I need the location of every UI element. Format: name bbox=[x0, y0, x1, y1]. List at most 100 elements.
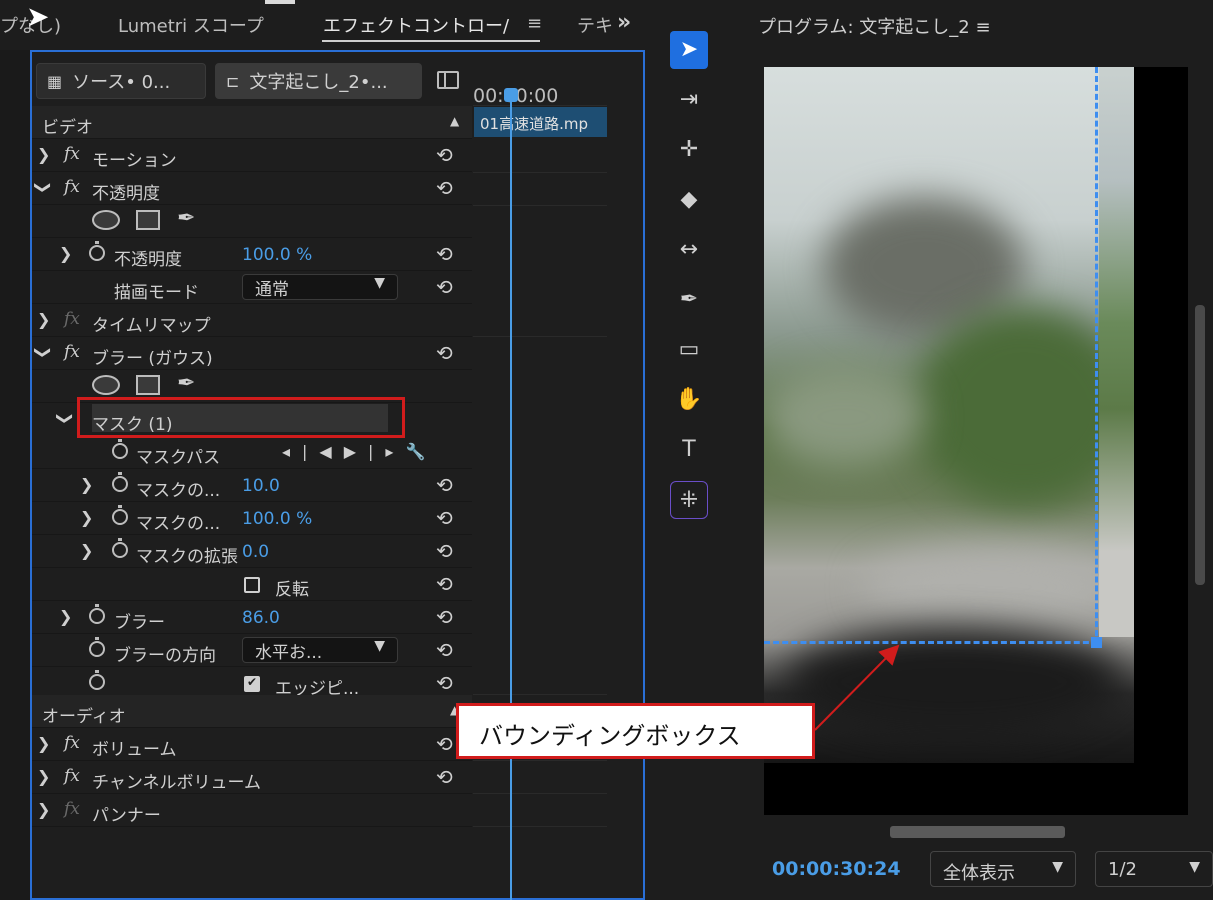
effect-row-opacity[interactable]: ❯ fx 不透明度 ⟲ bbox=[32, 172, 472, 205]
param-row-mask-opacity[interactable]: ❯ マスクの... 100.0 % ⟲ bbox=[32, 502, 472, 535]
mask-tracking-controls[interactable]: ◂|◀▶|▸🔧 bbox=[282, 442, 437, 461]
mask-expansion-value[interactable]: 0.0 bbox=[242, 542, 269, 562]
playhead-line[interactable] bbox=[510, 100, 512, 900]
fx-icon[interactable]: fx bbox=[64, 733, 80, 753]
expand-chevron-icon[interactable]: ❯ bbox=[80, 508, 93, 527]
opacity-value[interactable]: 100.0 % bbox=[242, 245, 312, 265]
invert-checkbox[interactable] bbox=[244, 577, 260, 593]
mask-opacity-value[interactable]: 100.0 % bbox=[242, 509, 312, 529]
reset-icon[interactable]: ⟲ bbox=[436, 341, 453, 365]
slip-tool-icon[interactable]: ↔ bbox=[670, 231, 708, 269]
pen-tool-icon[interactable]: ✒ bbox=[670, 281, 708, 319]
expand-chevron-icon[interactable]: ❯ bbox=[80, 475, 93, 494]
horizontal-scrollbar[interactable] bbox=[890, 826, 1065, 838]
ellipse-mask-icon[interactable] bbox=[92, 210, 120, 230]
sequence-clip-button[interactable]: ⊏ 文字起こし_2•... bbox=[215, 63, 422, 99]
effect-row-channel-volume[interactable]: ❯ fx チャンネルボリューム ⟲ bbox=[32, 761, 472, 794]
expand-chevron-icon[interactable]: ❯ bbox=[59, 607, 72, 626]
collapse-chevron-icon[interactable]: ❯ bbox=[34, 181, 53, 194]
fx-icon[interactable]: fx bbox=[64, 177, 80, 197]
reset-icon[interactable]: ⟲ bbox=[436, 176, 453, 200]
reset-icon[interactable]: ⟲ bbox=[436, 671, 453, 695]
fx-icon[interactable]: fx bbox=[64, 766, 80, 786]
reset-icon[interactable]: ⟲ bbox=[436, 605, 453, 629]
reset-icon[interactable]: ⟲ bbox=[436, 143, 453, 167]
param-row-blurriness[interactable]: ❯ ブラー 86.0 ⟲ bbox=[32, 601, 472, 634]
stopwatch-icon[interactable] bbox=[112, 472, 128, 492]
collapse-chevron-icon[interactable]: ❯ bbox=[56, 412, 75, 425]
playhead-handle[interactable] bbox=[504, 88, 518, 102]
stopwatch-icon[interactable] bbox=[89, 604, 105, 624]
selection-tool-icon[interactable]: ➤ bbox=[670, 31, 708, 69]
menu-icon[interactable]: ≡ bbox=[527, 13, 542, 34]
effect-row-time-remap[interactable]: ❯ fx タイムリマップ bbox=[32, 304, 472, 337]
bounding-box-bottom-edge[interactable] bbox=[764, 641, 1098, 644]
expand-chevron-icon[interactable]: ❯ bbox=[37, 310, 50, 329]
source-clip-button[interactable]: ▦ ソース• 0... bbox=[36, 63, 206, 99]
tab-lumetri-scopes[interactable]: Lumetri スコープ bbox=[118, 12, 264, 38]
effect-row-motion[interactable]: ❯ fx モーション ⟲ bbox=[32, 139, 472, 172]
hand-tool-icon[interactable]: ✋ bbox=[670, 381, 708, 419]
video-frame[interactable] bbox=[764, 67, 1134, 763]
toggle-timeline-icon[interactable] bbox=[437, 71, 459, 89]
bounding-box-corner-handle[interactable] bbox=[1091, 637, 1102, 648]
ai-select-tool-icon[interactable]: ⁜ bbox=[670, 481, 708, 519]
type-tool-icon[interactable]: T bbox=[670, 431, 708, 469]
pen-mask-icon[interactable]: ✒ bbox=[177, 371, 195, 396]
stopwatch-icon[interactable] bbox=[112, 505, 128, 525]
reset-icon[interactable]: ⟲ bbox=[436, 242, 453, 266]
menu-icon[interactable]: ≡ bbox=[975, 17, 990, 38]
tab-effect-controls[interactable]: エフェクトコントロー/ bbox=[323, 12, 509, 38]
track-select-tool-icon[interactable]: ⇥ bbox=[670, 81, 708, 119]
stopwatch-icon[interactable] bbox=[112, 439, 128, 459]
stopwatch-icon[interactable] bbox=[89, 670, 105, 690]
tab-text[interactable]: テキ bbox=[577, 12, 613, 38]
param-row-mask-expansion[interactable]: ❯ マスクの拡張 0.0 ⟲ bbox=[32, 535, 472, 568]
rectangle-tool-icon[interactable]: ▭ bbox=[670, 331, 708, 369]
expand-chevron-icon[interactable]: ❯ bbox=[37, 734, 50, 753]
repeat-edge-checkbox[interactable] bbox=[244, 675, 260, 692]
program-timecode[interactable]: 00:00:30:24 bbox=[772, 858, 901, 880]
fx-icon[interactable]: fx bbox=[64, 144, 80, 164]
overflow-chevron-icon[interactable]: » bbox=[617, 10, 631, 35]
pen-mask-icon[interactable]: ✒ bbox=[177, 206, 195, 231]
timeline-clip[interactable]: 01高速道路.mp bbox=[474, 107, 607, 137]
reset-icon[interactable]: ⟲ bbox=[436, 275, 453, 299]
expand-chevron-icon[interactable]: ❯ bbox=[37, 145, 50, 164]
audio-section-header[interactable]: オーディオ ▲ bbox=[32, 695, 472, 728]
expand-chevron-icon[interactable]: ❯ bbox=[80, 541, 93, 560]
video-section-header[interactable]: ビデオ ▲ bbox=[32, 106, 472, 139]
ellipse-mask-icon[interactable] bbox=[92, 375, 120, 395]
effect-row-panner[interactable]: ❯ fx パンナー bbox=[32, 794, 472, 827]
collapse-chevron-icon[interactable]: ❯ bbox=[34, 346, 53, 359]
reset-icon[interactable]: ⟲ bbox=[436, 572, 453, 596]
effect-row-gaussian-blur[interactable]: ❯ fx ブラー (ガウス) ⟲ bbox=[32, 337, 472, 370]
reset-icon[interactable]: ⟲ bbox=[436, 506, 453, 530]
blend-mode-select[interactable]: 通常 ▼ bbox=[242, 274, 398, 300]
stopwatch-icon[interactable] bbox=[89, 241, 105, 261]
zoom-level-select[interactable]: 全体表示 ▼ bbox=[930, 851, 1076, 887]
expand-chevron-icon[interactable]: ❯ bbox=[59, 244, 72, 263]
bounding-box-right-edge[interactable] bbox=[1095, 67, 1098, 645]
reset-icon[interactable]: ⟲ bbox=[436, 473, 453, 497]
reset-icon[interactable]: ⟲ bbox=[436, 732, 453, 756]
ripple-edit-tool-icon[interactable]: ✛ bbox=[670, 131, 708, 169]
reset-icon[interactable]: ⟲ bbox=[436, 539, 453, 563]
fx-icon[interactable]: fx bbox=[64, 342, 80, 362]
mask-feather-value[interactable]: 10.0 bbox=[242, 476, 280, 496]
param-row-mask-feather[interactable]: ❯ マスクの... 10.0 ⟲ bbox=[32, 469, 472, 502]
stopwatch-icon[interactable] bbox=[112, 538, 128, 558]
blurriness-value[interactable]: 86.0 bbox=[242, 608, 280, 628]
razor-tool-icon[interactable]: ◆ bbox=[670, 181, 708, 219]
reset-icon[interactable]: ⟲ bbox=[436, 765, 453, 789]
blur-direction-select[interactable]: 水平お... ▼ bbox=[242, 637, 398, 663]
rectangle-mask-icon[interactable] bbox=[136, 210, 160, 230]
expand-chevron-icon[interactable]: ❯ bbox=[37, 800, 50, 819]
stopwatch-icon[interactable] bbox=[89, 637, 105, 657]
reset-icon[interactable]: ⟲ bbox=[436, 638, 453, 662]
rectangle-mask-icon[interactable] bbox=[136, 375, 160, 395]
collapse-icon[interactable]: ▲ bbox=[450, 114, 459, 128]
resolution-select[interactable]: 1/2 ▼ bbox=[1095, 851, 1213, 887]
vertical-scrollbar[interactable] bbox=[1195, 305, 1205, 585]
param-row-opacity[interactable]: ❯ 不透明度 100.0 % ⟲ bbox=[32, 238, 472, 271]
